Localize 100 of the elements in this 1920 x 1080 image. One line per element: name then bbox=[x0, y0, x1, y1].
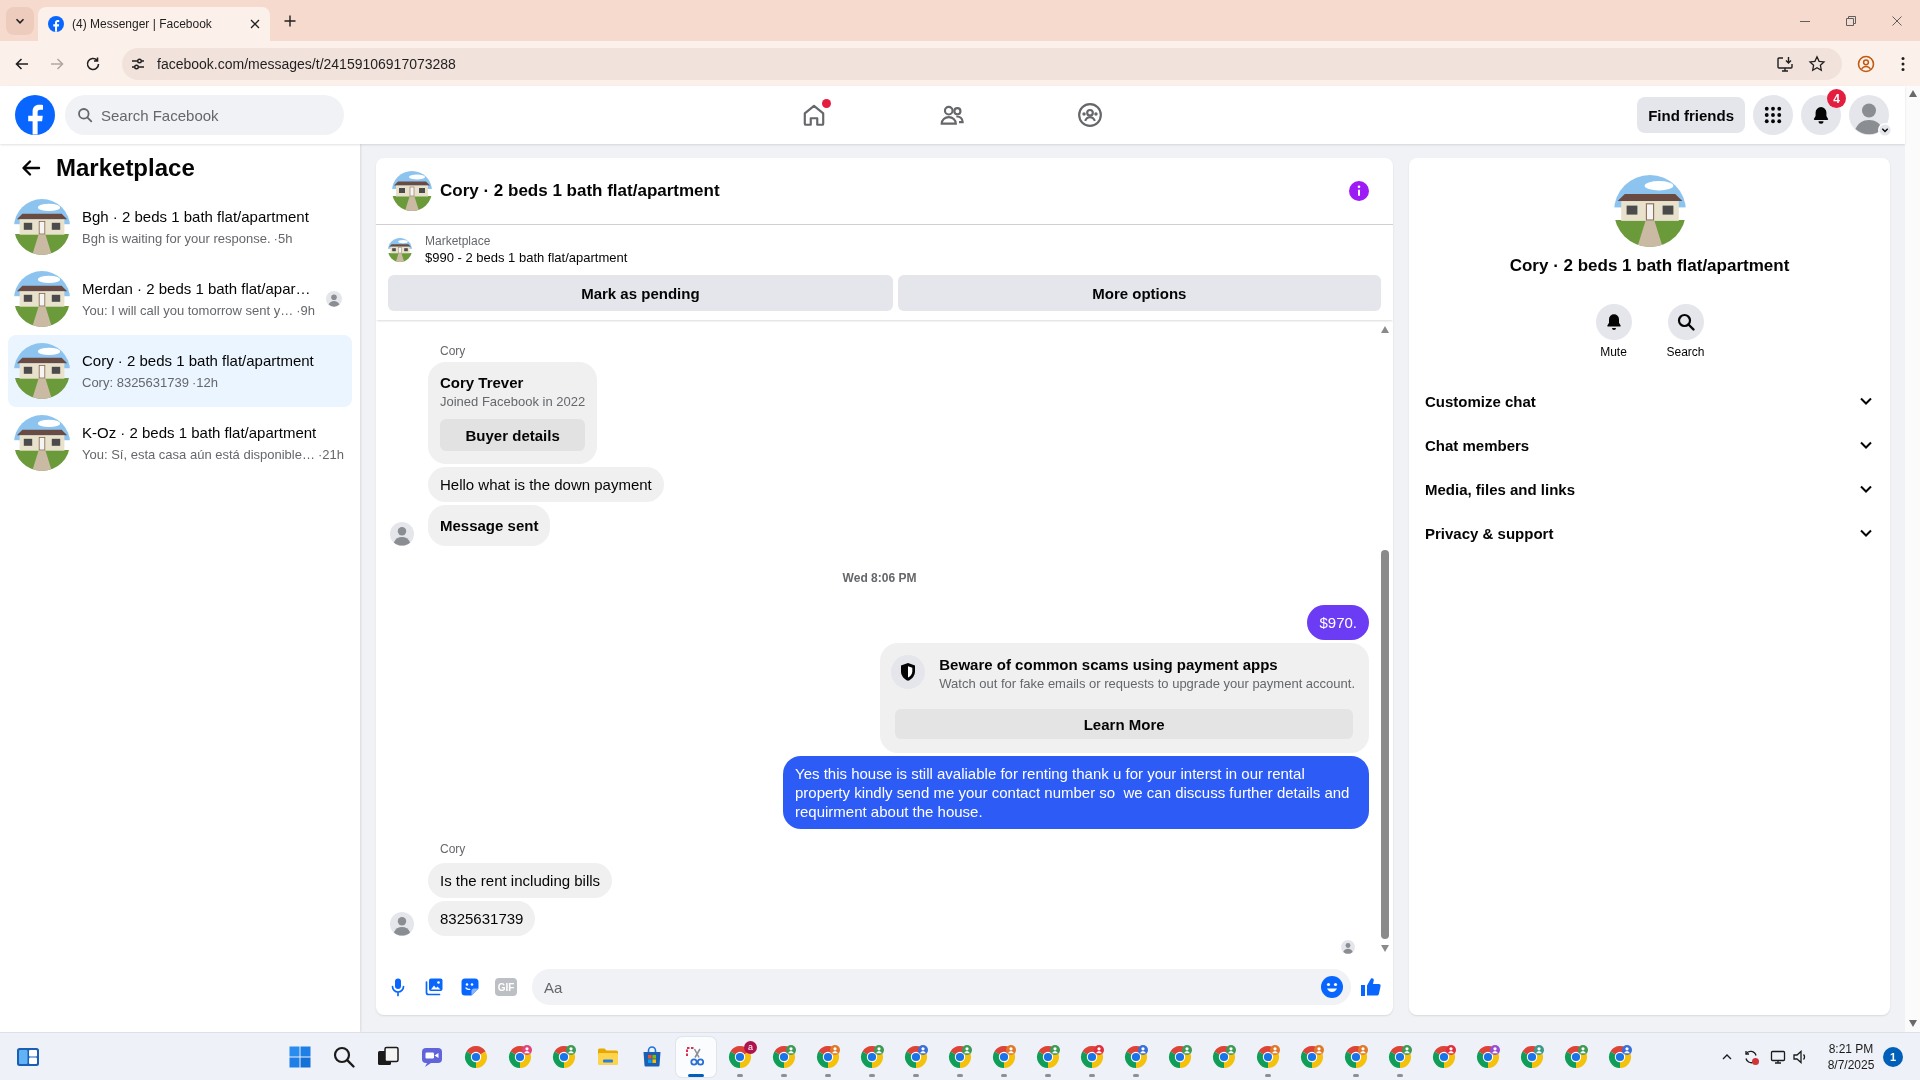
browser-icon[interactable] bbox=[1256, 1044, 1280, 1069]
info-icon[interactable] bbox=[1349, 181, 1369, 201]
url-text: facebook.com/messages/t/24159106917073288 bbox=[157, 55, 456, 72]
browser-icon[interactable] bbox=[728, 1044, 752, 1069]
thumbs-up-icon[interactable] bbox=[1359, 975, 1383, 999]
accordion-item[interactable]: Privacy & support bbox=[1409, 511, 1890, 555]
speaker-icon[interactable] bbox=[1792, 1048, 1808, 1065]
browser-icon[interactable] bbox=[508, 1044, 532, 1069]
browser-icon[interactable] bbox=[1388, 1044, 1412, 1069]
grid-icon bbox=[1763, 105, 1783, 125]
profile-icon[interactable] bbox=[1857, 54, 1875, 73]
search-icon bbox=[77, 107, 93, 123]
browser-icon[interactable] bbox=[904, 1044, 928, 1069]
scrollbar-thumb[interactable] bbox=[1381, 550, 1389, 939]
browser-icon[interactable] bbox=[1212, 1044, 1236, 1069]
browser-icon[interactable] bbox=[1124, 1044, 1148, 1069]
conversation-time: ·12h bbox=[192, 374, 218, 391]
conversation-title: K-Oz · 2 beds 1 bath flat/apartment bbox=[82, 423, 318, 443]
accordion-item[interactable]: Customize chat bbox=[1409, 379, 1890, 423]
sticker-icon[interactable] bbox=[460, 977, 480, 997]
mute-button[interactable] bbox=[1595, 304, 1632, 340]
chevron-down-icon[interactable] bbox=[1878, 123, 1892, 137]
search-icon[interactable] bbox=[332, 1044, 356, 1069]
scroll-down-icon[interactable] bbox=[1908, 1020, 1917, 1027]
scissors-icon[interactable] bbox=[676, 1036, 716, 1077]
logo-icon[interactable] bbox=[15, 95, 55, 135]
search-button[interactable] bbox=[1667, 304, 1704, 340]
user-avatar[interactable] bbox=[390, 912, 414, 936]
favicon-icon bbox=[48, 16, 64, 32]
browser-icon[interactable] bbox=[1080, 1044, 1104, 1069]
browser-icon[interactable] bbox=[1476, 1044, 1500, 1069]
address-bar[interactable]: facebook.com/messages/t/24159106917073288 bbox=[122, 47, 1842, 80]
browser-icon[interactable] bbox=[1036, 1044, 1060, 1069]
photo-icon[interactable] bbox=[424, 977, 444, 997]
house-photo bbox=[388, 238, 412, 262]
notifications-button[interactable] bbox=[1801, 95, 1841, 135]
conversation-item[interactable]: K-Oz · 2 beds 1 bath flat/apartment You: Sí, esta casa aún está disponible… ·21h bbox=[8, 407, 352, 479]
find-friends-button[interactable]: Find friends bbox=[1637, 97, 1745, 133]
browser-icon[interactable] bbox=[860, 1044, 884, 1069]
close-icon[interactable] bbox=[250, 19, 260, 29]
four-squares-icon[interactable] bbox=[288, 1044, 312, 1069]
house-photo bbox=[392, 171, 432, 211]
monitor-icon[interactable] bbox=[1770, 1048, 1786, 1065]
restore-icon[interactable] bbox=[1846, 15, 1856, 26]
search-input[interactable]: Search Facebook bbox=[101, 106, 332, 124]
browser-icon[interactable] bbox=[1432, 1044, 1456, 1069]
browser-icon[interactable] bbox=[1168, 1044, 1192, 1069]
buyer-details-button[interactable]: Buyer details bbox=[440, 419, 586, 451]
conversation-item[interactable]: Bgh · 2 beds 1 bath flat/apartment Bgh is waiting for your response. ·5h bbox=[8, 191, 352, 263]
house-photo bbox=[14, 343, 70, 399]
accordion-item[interactable]: Media, files and links bbox=[1409, 467, 1890, 511]
search-bar[interactable]: Search Facebook bbox=[65, 95, 344, 135]
tab-list-button[interactable] bbox=[6, 6, 34, 35]
conversation-title: Cory · 2 beds 1 bath flat/apartment bbox=[82, 351, 315, 371]
browser-icon[interactable] bbox=[1564, 1044, 1588, 1069]
monitor-download-icon[interactable] bbox=[1776, 54, 1794, 73]
browser-tab[interactable]: (4) Messenger | Facebook bbox=[38, 7, 270, 41]
action-label: Mute bbox=[1600, 344, 1627, 360]
browser-icon[interactable] bbox=[816, 1044, 840, 1069]
conversation-time: ·21h bbox=[317, 446, 344, 463]
browser-icon[interactable] bbox=[1300, 1044, 1324, 1069]
conversation-item[interactable]: Merdan · 2 beds 1 bath flat/apar… You: I will call you tomorrow sent y… ·9h bbox=[8, 263, 352, 335]
notification-count[interactable]: 1 bbox=[1883, 1046, 1903, 1067]
scroll-up-icon[interactable] bbox=[1908, 90, 1917, 97]
browser-icon[interactable] bbox=[948, 1044, 972, 1069]
conversation-item[interactable]: Cory · 2 beds 1 bath flat/apartment Cory: 8325631739 ·12h bbox=[8, 335, 352, 407]
plus-icon[interactable] bbox=[284, 14, 296, 27]
house-photo bbox=[14, 415, 70, 471]
scroll-up-icon[interactable] bbox=[1381, 326, 1389, 333]
conversation-preview: You: I will call you tomorrow sent y… bbox=[82, 302, 294, 319]
home-icon[interactable] bbox=[801, 102, 827, 128]
scroll-down-icon[interactable] bbox=[1381, 945, 1389, 952]
browser-icon[interactable] bbox=[552, 1044, 576, 1069]
browser-icon[interactable] bbox=[1344, 1044, 1368, 1069]
group-circle-icon[interactable] bbox=[1077, 102, 1103, 128]
message-bubble: 8325631739 bbox=[428, 901, 536, 936]
house-photo bbox=[14, 271, 70, 327]
message-bubble: Yes this house is still avaliable for renting thank u for your interst in our rental property kindly send me your contact number so we can discuss further details and requirment about the house. bbox=[783, 756, 1369, 829]
details-title: Cory · 2 beds 1 bath flat/apartment bbox=[1509, 255, 1790, 277]
browser-icon[interactable] bbox=[772, 1044, 796, 1069]
browser-icon[interactable] bbox=[992, 1044, 1016, 1069]
listing-action-button[interactable]: Mark as pending bbox=[388, 275, 893, 311]
browser-icon[interactable] bbox=[464, 1044, 488, 1069]
seen-avatar-icon bbox=[1341, 940, 1355, 954]
smiley-icon[interactable] bbox=[1321, 976, 1343, 998]
listing-action-button[interactable]: More options bbox=[897, 275, 1381, 311]
star-icon[interactable] bbox=[1808, 54, 1826, 73]
menu-button[interactable] bbox=[1753, 95, 1793, 135]
browser-icon[interactable] bbox=[1520, 1044, 1544, 1069]
learn-more-button[interactable]: Learn More bbox=[895, 709, 1353, 739]
clock-time: 8:21 PM bbox=[1828, 1040, 1874, 1057]
message-bubble: $970. bbox=[1307, 605, 1369, 640]
accordion-item[interactable]: Chat members bbox=[1409, 423, 1890, 467]
chat-title: Cory · 2 beds 1 bath flat/apartment bbox=[440, 181, 720, 201]
user-avatar[interactable] bbox=[390, 522, 414, 546]
sync-icon[interactable] bbox=[1743, 1048, 1759, 1065]
conversation-time: ·9h bbox=[296, 302, 315, 319]
message-field[interactable]: Aa bbox=[532, 969, 1351, 1005]
message-input[interactable]: Aa bbox=[544, 978, 1321, 996]
browser-icon[interactable] bbox=[1608, 1044, 1632, 1069]
